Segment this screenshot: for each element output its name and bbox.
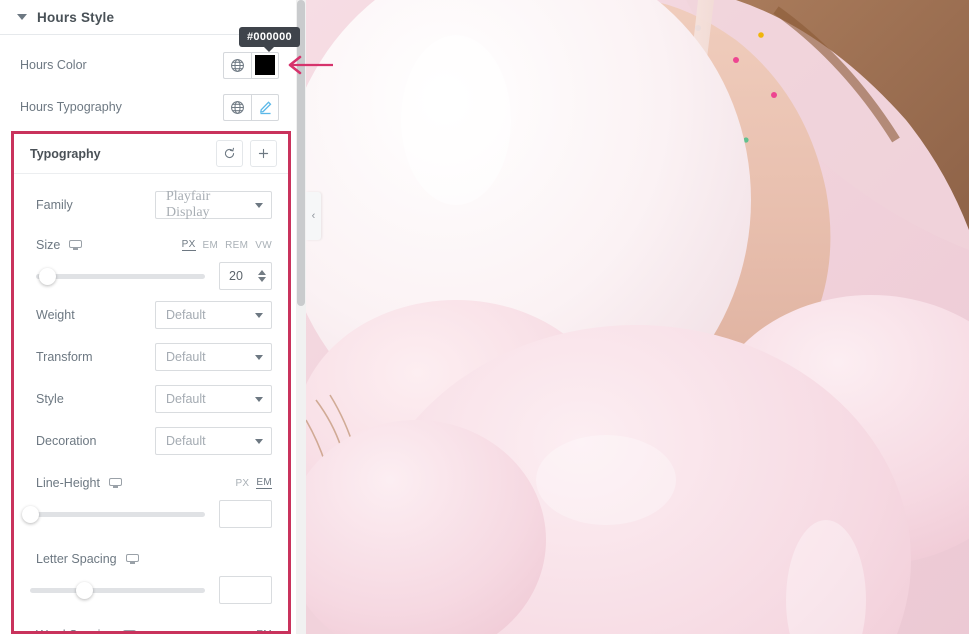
section-title: Hours Style <box>37 9 115 25</box>
settings-panel: Hours Style Hours Color Hours Typography… <box>0 0 296 634</box>
field-line-height-slider-row <box>14 496 288 532</box>
hours-typography-buttons <box>223 93 279 121</box>
control-row-hours-color: Hours Color <box>0 44 296 86</box>
family-value: Playfair Display <box>166 189 211 220</box>
word-spacing-unit-switcher: PX EM <box>235 629 272 632</box>
size-unit-vw[interactable]: VW <box>255 240 272 251</box>
line-height-slider-knob[interactable] <box>21 505 39 523</box>
field-letter-spacing-slider-row <box>14 572 288 608</box>
stepper-down-icon[interactable] <box>258 277 266 282</box>
field-transform: Transform Default <box>14 336 288 378</box>
chevron-down-icon <box>255 312 263 318</box>
size-unit-switcher: PX EM REM VW <box>181 239 272 251</box>
field-family: Family Playfair Display <box>14 184 288 226</box>
line-height-label-group: Line-Height <box>36 476 235 490</box>
preview-photo <box>306 0 969 634</box>
decoration-value: Default <box>166 434 206 448</box>
line-height-number-input[interactable] <box>219 500 272 528</box>
decoration-label: Decoration <box>36 434 97 448</box>
field-word-spacing-header: Word Spacing PX EM <box>14 622 288 632</box>
transform-select[interactable]: Default <box>155 343 272 371</box>
pencil-edit-icon[interactable] <box>251 93 279 121</box>
word-spacing-label-group: Word Spacing <box>36 628 235 631</box>
hours-color-swatch[interactable] <box>251 51 279 79</box>
decoration-select[interactable]: Default <box>155 427 272 455</box>
hours-typography-label: Hours Typography <box>20 100 122 114</box>
size-stepper[interactable] <box>258 270 266 282</box>
monitor-icon[interactable] <box>108 477 122 489</box>
letter-spacing-number-input[interactable] <box>219 576 272 604</box>
weight-label: Weight <box>36 308 75 322</box>
field-weight: Weight Default <box>14 294 288 336</box>
family-label: Family <box>36 198 73 212</box>
size-unit-em[interactable]: EM <box>203 240 219 251</box>
word-spacing-unit-px[interactable]: PX <box>235 630 249 632</box>
annotation-arrow <box>288 55 333 75</box>
field-size-header: Size PX EM REM VW <box>14 232 288 258</box>
app-window: ‹ Hours Style Hours Color Hours Typograp… <box>0 0 969 634</box>
word-spacing-unit-em[interactable]: EM <box>256 629 272 631</box>
size-value: 20 <box>229 269 243 283</box>
caret-down-icon <box>17 14 27 20</box>
color-swatch-fill <box>255 55 275 75</box>
monitor-icon[interactable] <box>69 239 83 251</box>
weight-select[interactable]: Default <box>155 301 272 329</box>
chevron-down-icon <box>255 438 263 444</box>
letter-spacing-slider-knob[interactable] <box>75 581 93 599</box>
preview-canvas <box>306 0 969 634</box>
typography-popover: Typography Family Playfair Display Size … <box>11 131 291 634</box>
hours-color-label: Hours Color <box>20 58 87 72</box>
chevron-down-icon <box>255 202 263 208</box>
typography-popover-header: Typography <box>14 134 288 174</box>
reset-icon[interactable] <box>216 140 243 167</box>
weight-value: Default <box>166 308 206 322</box>
transform-value: Default <box>166 350 206 364</box>
line-height-unit-em[interactable]: EM <box>256 477 272 489</box>
field-decoration: Decoration Default <box>14 420 288 462</box>
size-unit-px[interactable]: PX <box>181 239 196 251</box>
field-size-slider-row: 20 <box>14 258 288 294</box>
chevron-left-icon: ‹ <box>311 210 316 222</box>
globe-icon[interactable] <box>223 93 251 121</box>
line-height-unit-px[interactable]: PX <box>235 478 249 489</box>
transform-label: Transform <box>36 350 93 364</box>
size-label-group: Size <box>36 238 182 252</box>
line-height-unit-switcher: PX EM <box>235 477 272 489</box>
letter-spacing-label: Letter Spacing <box>36 552 117 566</box>
size-unit-rem[interactable]: REM <box>225 240 248 251</box>
word-spacing-label: Word Spacing <box>36 628 114 631</box>
size-slider-knob[interactable] <box>39 267 57 285</box>
color-tooltip: #000000 <box>239 27 300 52</box>
field-letter-spacing-header: Letter Spacing <box>14 546 288 572</box>
chevron-down-icon <box>255 354 263 360</box>
family-select[interactable]: Playfair Display <box>155 189 272 220</box>
size-label: Size <box>36 238 61 252</box>
size-number-input[interactable]: 20 <box>219 262 272 290</box>
field-line-height-header: Line-Height PX EM <box>14 470 288 496</box>
monitor-icon[interactable] <box>123 629 137 631</box>
style-label: Style <box>36 392 64 406</box>
style-select[interactable]: Default <box>155 385 272 413</box>
chevron-down-icon <box>255 396 263 402</box>
field-style: Style Default <box>14 378 288 420</box>
globe-icon[interactable] <box>223 51 251 79</box>
line-height-label: Line-Height <box>36 476 100 490</box>
typography-fields: Family Playfair Display Size PX EM REM V… <box>14 174 288 631</box>
panel-collapse-handle[interactable]: ‹ <box>306 192 321 240</box>
plus-icon[interactable] <box>250 140 277 167</box>
monitor-icon[interactable] <box>125 553 139 565</box>
line-height-slider[interactable] <box>21 505 205 523</box>
letter-spacing-slider[interactable] <box>30 581 205 599</box>
hours-color-buttons <box>223 51 279 79</box>
size-slider[interactable] <box>36 267 205 285</box>
typography-title: Typography <box>30 146 101 161</box>
style-value: Default <box>166 392 206 406</box>
letter-spacing-label-group: Letter Spacing <box>36 552 272 566</box>
control-row-hours-typography: Hours Typography <box>0 86 296 128</box>
stepper-up-icon[interactable] <box>258 270 266 275</box>
